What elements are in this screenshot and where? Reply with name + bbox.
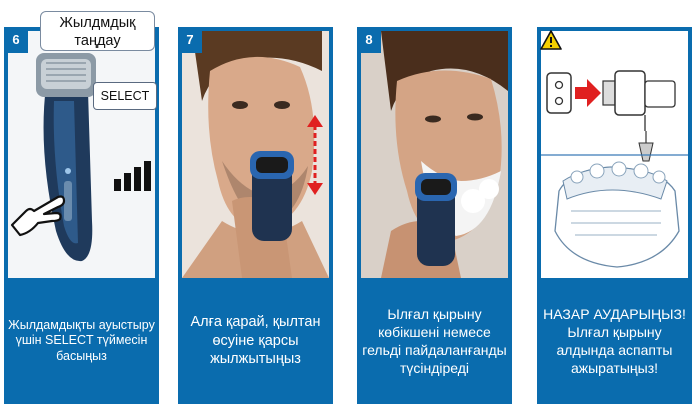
- wet-shaving-image: [361, 31, 508, 278]
- step-number: 6: [4, 27, 28, 53]
- shaver-select-image: [8, 31, 155, 278]
- step-number: 8: [357, 27, 381, 53]
- warning-caption: НАЗАР АУДАРЫҢЫЗ! Ылғал қырыну алдында ас…: [543, 305, 686, 377]
- step-caption: Ылғал қырыну көбікшені немесе гельді пай…: [362, 305, 507, 377]
- step-caption: Алға қарай, қылтан өсуіне қарсы жылжытың…: [190, 313, 321, 368]
- step-caption: Жылдамдықты ауыстыру үшін SELECT түймесі…: [8, 317, 155, 363]
- hand-pointer-icon: [10, 195, 66, 237]
- warning-panel: НАЗАР АУДАРЫҢЫЗ! Ылғал қырыну алдында ас…: [537, 27, 692, 404]
- select-button-label: SELECT: [93, 82, 157, 110]
- unplug-diagram-image: [541, 31, 688, 278]
- step-panel-7: 7 Алға қарай, қылтан өсуіне қарсы жылжыт…: [178, 27, 333, 404]
- speed-select-callout: Жылдмдық таңдау: [40, 11, 155, 51]
- step-panel-8: 8 Ылғал қырыну көбікшені немесе гельді п…: [357, 27, 512, 404]
- shaving-direction-image: [182, 31, 329, 278]
- shaving-direction-arrow-icon: [307, 115, 323, 195]
- speed-bars-icon: [114, 161, 151, 191]
- warning-icon: [540, 30, 562, 50]
- step-number: 7: [178, 27, 202, 53]
